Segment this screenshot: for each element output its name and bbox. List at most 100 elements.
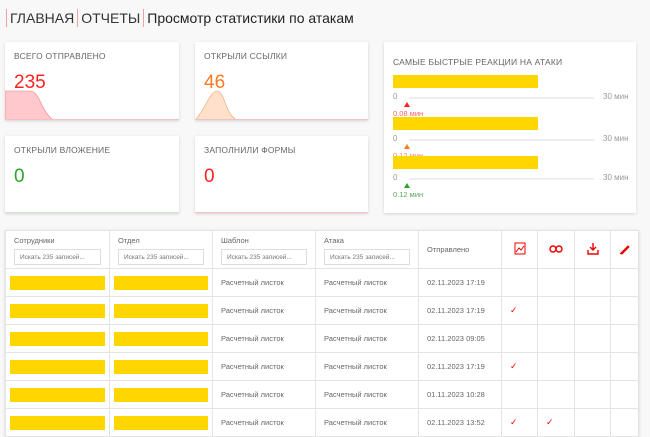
flag-cell xyxy=(537,268,575,297)
table-row[interactable]: Расчетный листок Расчетный листок 02.11.20… xyxy=(5,324,639,353)
table-row[interactable]: Расчетный листок Расчетный листок 02.11.20… xyxy=(5,408,639,437)
redacted-bar xyxy=(114,359,208,374)
template-cell: Расчетный листок xyxy=(212,296,316,325)
redacted-bar xyxy=(114,387,208,402)
search-employees-input[interactable] xyxy=(14,249,101,265)
marker-icon xyxy=(404,102,410,107)
breadcrumb-reports[interactable]: ОТЧЕТЫ xyxy=(77,9,143,27)
department-cell xyxy=(109,324,213,353)
header-label: Сотрудники xyxy=(14,236,55,245)
redacted-bar xyxy=(10,415,105,430)
col-download[interactable] xyxy=(574,230,611,269)
redacted-bar xyxy=(10,331,105,346)
col-attack: Атака xyxy=(315,230,419,269)
flag-cell xyxy=(610,296,639,325)
flag-cell xyxy=(574,380,611,409)
flag-cell xyxy=(610,268,639,297)
header-label: Шаблон xyxy=(221,236,249,245)
redacted-bar xyxy=(114,331,208,346)
flag-cell xyxy=(501,380,538,409)
stat-card-sent: ВСЕГО ОТПРАВЛЕНО 235 xyxy=(5,42,179,120)
flag-cell xyxy=(501,324,538,353)
header-label: Отдел xyxy=(118,236,140,245)
axis-min: 0 xyxy=(393,173,398,182)
attack-cell: Расчетный листок xyxy=(315,268,419,297)
search-template-input[interactable] xyxy=(221,249,307,265)
marker-icon xyxy=(404,183,410,188)
stat-card-links: ОТКРЫЛИ ССЫЛКИ 46 xyxy=(195,42,368,120)
employee-cell xyxy=(5,296,110,325)
redacted-bar xyxy=(10,387,105,402)
department-cell xyxy=(109,296,213,325)
template-cell: Расчетный листок xyxy=(212,408,316,437)
template-cell: Расчетный листок xyxy=(212,380,316,409)
flag-cell xyxy=(537,296,575,325)
breadcrumb-current: Просмотр статистики по атакам xyxy=(143,9,356,27)
employee-cell xyxy=(5,380,110,409)
flag-cell xyxy=(537,352,575,381)
table-row[interactable]: Расчетный листок Расчетный листок 01.11.20… xyxy=(5,380,639,409)
template-cell: Расчетный листок xyxy=(212,352,316,381)
flag-cell: ✓ xyxy=(501,408,538,437)
header-label: Атака xyxy=(324,236,344,245)
flag-cell xyxy=(574,408,611,437)
col-department: Отдел xyxy=(109,230,213,269)
reactions-title: САМЫЕ БЫСТРЫЕ РЕАКЦИИ НА АТАКИ xyxy=(393,57,563,67)
breadcrumb: ГЛАВНАЯ ОТЧЕТЫ Просмотр статистики по ат… xyxy=(6,9,357,27)
sent-cell: 01.11.2023 10:28 xyxy=(418,380,502,409)
col-sent[interactable]: Отправлено xyxy=(418,230,502,269)
col-edit[interactable] xyxy=(610,230,639,269)
stat-card-forms: ЗАПОЛНИЛИ ФОРМЫ 0 xyxy=(195,136,368,213)
reaction-track xyxy=(409,97,594,99)
flag-cell: ✓ xyxy=(537,408,575,437)
image-icon xyxy=(514,242,525,255)
stat-value: 0 xyxy=(14,166,25,187)
department-cell xyxy=(109,352,213,381)
employee-cell xyxy=(5,352,110,381)
link-icon xyxy=(549,244,563,253)
flag-cell xyxy=(610,408,639,437)
axis-max: 30 мин xyxy=(603,173,629,182)
check-icon: ✓ xyxy=(510,361,518,371)
stat-title: ВСЕГО ОТПРАВЛЕНО xyxy=(14,51,106,61)
stat-value: 46 xyxy=(204,72,226,93)
flag-cell xyxy=(501,268,538,297)
department-cell xyxy=(109,380,213,409)
breadcrumb-home[interactable]: ГЛАВНАЯ xyxy=(6,9,77,27)
flag-cell xyxy=(574,324,611,353)
col-link[interactable] xyxy=(537,230,575,269)
pencil-icon xyxy=(619,244,630,255)
search-department-input[interactable] xyxy=(118,249,204,265)
axis-min: 0 xyxy=(393,134,398,143)
reaction-value: 0.12 мин xyxy=(393,190,424,199)
search-attack-input[interactable] xyxy=(324,249,410,265)
col-image[interactable] xyxy=(501,230,538,269)
table-row[interactable]: Расчетный листок Расчетный листок 02.11.20… xyxy=(5,268,639,297)
attack-cell: Расчетный листок xyxy=(315,296,419,325)
download-icon xyxy=(586,243,599,255)
flag-cell xyxy=(610,352,639,381)
axis-max: 30 мин xyxy=(603,92,629,101)
table-row[interactable]: Расчетный листок Расчетный листок 02.11.20… xyxy=(5,352,639,381)
flag-cell xyxy=(610,380,639,409)
flag-cell xyxy=(574,268,611,297)
sent-cell: 02.11.2023 17:19 xyxy=(418,268,502,297)
redacted-bar xyxy=(114,275,208,290)
department-cell xyxy=(109,408,213,437)
redacted-bar xyxy=(10,359,105,374)
flag-cell xyxy=(574,296,611,325)
fastest-reactions-card: САМЫЕ БЫСТРЫЕ РЕАКЦИИ НА АТАКИ 0 30 мин 0… xyxy=(384,42,636,213)
reaction-track xyxy=(409,139,594,141)
stat-title: ЗАПОЛНИЛИ ФОРМЫ xyxy=(204,145,296,155)
flag-cell xyxy=(537,324,575,353)
check-icon: ✓ xyxy=(510,305,518,315)
employee-cell xyxy=(5,324,110,353)
redacted-bar xyxy=(10,275,105,290)
template-cell: Расчетный листок xyxy=(212,324,316,353)
attack-cell: Расчетный листок xyxy=(315,352,419,381)
stat-card-attachments: ОТКРЫЛИ ВЛОЖЕНИЕ 0 xyxy=(5,136,179,213)
axis-min: 0 xyxy=(393,92,398,101)
table-row[interactable]: Расчетный листок Расчетный листок 02.11.20… xyxy=(5,296,639,325)
reaction-bar xyxy=(393,156,538,169)
sent-cell: 02.11.2023 17:19 xyxy=(418,352,502,381)
